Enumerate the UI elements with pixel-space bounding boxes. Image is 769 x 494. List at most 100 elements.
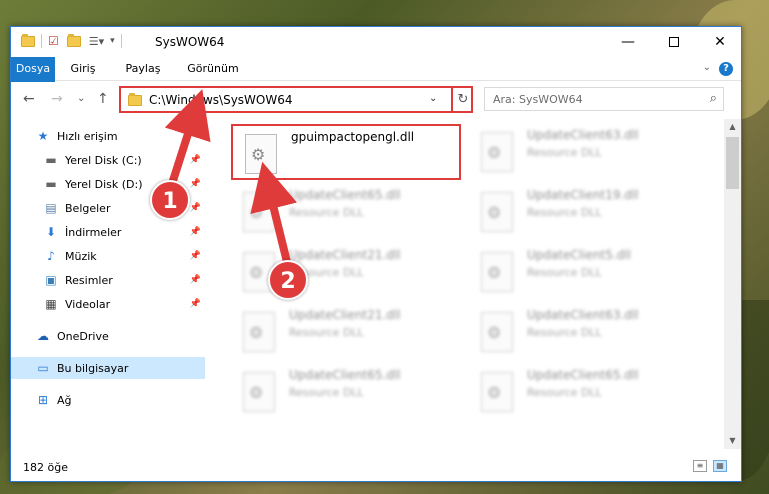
vertical-scrollbar[interactable]: ▲ ▼ [724, 119, 741, 449]
file-type: Resource DLL [289, 386, 364, 399]
search-box[interactable]: Ara: SysWOW64 ⌕ [484, 87, 724, 111]
back-arrow-icon[interactable]: ← [23, 91, 35, 107]
documents-icon: ▤ [45, 201, 57, 215]
sidebar-item-label: Müzik [65, 249, 97, 263]
file-item[interactable]: UpdateClient21.dll Resource DLL [231, 304, 461, 360]
scroll-up-icon[interactable]: ▲ [724, 119, 741, 135]
drive-icon: ▬ [45, 177, 57, 191]
refresh-icon: ↻ [457, 92, 469, 107]
dll-file-icon [481, 372, 513, 412]
file-item[interactable]: UpdateClient63.dll Resource DLL [469, 124, 699, 180]
scroll-down-icon[interactable]: ▼ [724, 433, 741, 449]
pictures-icon: ▣ [45, 273, 57, 287]
quick-access-toolbar: ☑ ☰▾ ▾ [21, 33, 128, 48]
tab-share[interactable]: Paylaş [119, 57, 167, 81]
file-name: UpdateClient63.dll [527, 128, 639, 142]
sidebar-item-label: Hızlı erişim [57, 129, 118, 143]
dll-file-icon [243, 192, 275, 232]
music-icon: ♪ [47, 249, 55, 263]
tab-view[interactable]: Görünüm [181, 57, 245, 81]
close-button[interactable]: ✕ [697, 27, 743, 57]
maximize-button[interactable] [651, 27, 697, 57]
new-folder-icon[interactable] [66, 33, 81, 47]
sidebar-item-local-disk-c[interactable]: ▬ Yerel Disk (C:) 📌 [11, 149, 205, 171]
download-icon: ⬇ [45, 225, 57, 239]
sidebar-item-downloads[interactable]: ⬇ İndirmeler 📌 [11, 221, 205, 243]
file-name: UpdateClient5.dll [527, 248, 631, 262]
search-placeholder: Ara: SysWOW64 [493, 93, 583, 106]
details-view-icon[interactable]: ≡ [693, 460, 707, 472]
chevron-down-icon[interactable]: ⌄ [429, 93, 437, 104]
recent-locations-icon[interactable]: ⌄ [77, 93, 85, 104]
step-1-badge: 1 [150, 180, 190, 220]
file-type: Resource DLL [527, 206, 602, 219]
file-item[interactable]: UpdateClient65.dll Resource DLL [231, 364, 461, 420]
file-type: Resource DLL [527, 146, 602, 159]
pin-icon[interactable]: 📌 [190, 155, 201, 165]
sidebar-item-videos[interactable]: ▦ Videolar 📌 [11, 293, 205, 315]
video-icon: ▦ [45, 297, 57, 311]
star-icon: ★ [37, 129, 49, 143]
pin-icon[interactable]: 📌 [190, 299, 201, 309]
file-name: UpdateClient63.dll [527, 308, 639, 322]
help-icon[interactable]: ? [719, 62, 733, 76]
sidebar-item-label: Videolar [65, 297, 111, 311]
sidebar-item-label: İndirmeler [65, 225, 122, 239]
search-icon: ⌕ [709, 91, 717, 106]
refresh-button[interactable]: ↻ [451, 86, 473, 113]
pin-icon[interactable]: 📌 [190, 179, 201, 189]
navigation-bar: ← → ⌄ ↑ C:\Windows\SysWOW64 ⌄ ↻ Ara: Sys… [11, 82, 741, 118]
large-icons-view-icon[interactable]: ▦ [713, 460, 727, 472]
dll-file-icon [245, 134, 277, 174]
sidebar-item-label: Bu bilgisayar [57, 361, 129, 375]
dll-file-icon [481, 312, 513, 352]
file-name: UpdateClient65.dll [289, 368, 401, 382]
ribbon-tabs: Dosya Giriş Paylaş Görünüm ⌄ ? [11, 57, 741, 113]
scroll-thumb[interactable] [726, 137, 739, 189]
file-item[interactable]: UpdateClient63.dll Resource DLL [469, 304, 699, 360]
forward-arrow-icon[interactable]: → [51, 91, 63, 107]
navigation-pane: ★ Hızlı erişim ▬ Yerel Disk (C:) 📌 ▬ Yer… [11, 119, 205, 449]
file-item[interactable]: UpdateClient19.dll Resource DLL [469, 184, 699, 240]
step-2-badge: 2 [268, 260, 308, 300]
file-item-gpuimpactopengl[interactable]: gpuimpactopengl.dll [231, 124, 461, 180]
expand-ribbon-icon[interactable]: ⌄ [703, 62, 711, 73]
file-item[interactable]: UpdateClient65.dll Resource DLL [469, 364, 699, 420]
file-type: Resource DLL [289, 206, 364, 219]
explorer-window: ☑ ☰▾ ▾ SysWOW64 — ✕ Dosya Giriş Paylaş G… [10, 26, 742, 482]
pin-icon[interactable]: 📌 [190, 227, 201, 237]
pin-icon[interactable]: 📌 [190, 203, 201, 213]
dll-file-icon [481, 192, 513, 232]
network-icon: ⊞ [37, 393, 49, 407]
drive-icon: ▬ [45, 153, 57, 167]
dll-file-icon [243, 312, 275, 352]
folder-icon [128, 93, 142, 106]
address-bar[interactable]: C:\Windows\SysWOW64 ⌄ ↻ [119, 86, 473, 113]
minimize-button[interactable]: — [605, 27, 651, 57]
item-count: 182 öğe [23, 461, 68, 474]
dropdown-arrow-icon[interactable]: ▾ [110, 36, 115, 46]
sidebar-item-quick-access[interactable]: ★ Hızlı erişim [11, 125, 205, 147]
status-bar: 182 öğe ≡ ▦ [11, 451, 741, 481]
file-item[interactable]: UpdateClient65.dll Resource DLL [231, 184, 461, 240]
sidebar-item-network[interactable]: ⊞ Ağ [11, 389, 205, 411]
sidebar-item-label: Yerel Disk (C:) [65, 153, 142, 167]
sidebar-item-pictures[interactable]: ▣ Resimler 📌 [11, 269, 205, 291]
window-title: SysWOW64 [155, 35, 225, 49]
file-item[interactable]: UpdateClient21.dll Resource DLL [231, 244, 461, 300]
customize-toolbar-icon[interactable]: ☰▾ [89, 35, 104, 48]
properties-icon[interactable]: ☑ [48, 34, 59, 48]
sidebar-item-this-pc[interactable]: ▭ Bu bilgisayar [11, 357, 205, 379]
pin-icon[interactable]: 📌 [190, 251, 201, 261]
tab-home[interactable]: Giriş [63, 57, 103, 81]
up-arrow-icon[interactable]: ↑ [97, 91, 109, 107]
file-type: Resource DLL [527, 266, 602, 279]
dll-file-icon [481, 132, 513, 172]
title-bar: ☑ ☰▾ ▾ SysWOW64 — ✕ [11, 27, 741, 57]
sidebar-item-music[interactable]: ♪ Müzik 📌 [11, 245, 205, 267]
close-icon: ✕ [714, 34, 726, 50]
file-type: Resource DLL [527, 326, 602, 339]
pin-icon[interactable]: 📌 [190, 275, 201, 285]
sidebar-item-onedrive[interactable]: ☁ OneDrive [11, 325, 205, 347]
file-item[interactable]: UpdateClient5.dll Resource DLL [469, 244, 699, 300]
